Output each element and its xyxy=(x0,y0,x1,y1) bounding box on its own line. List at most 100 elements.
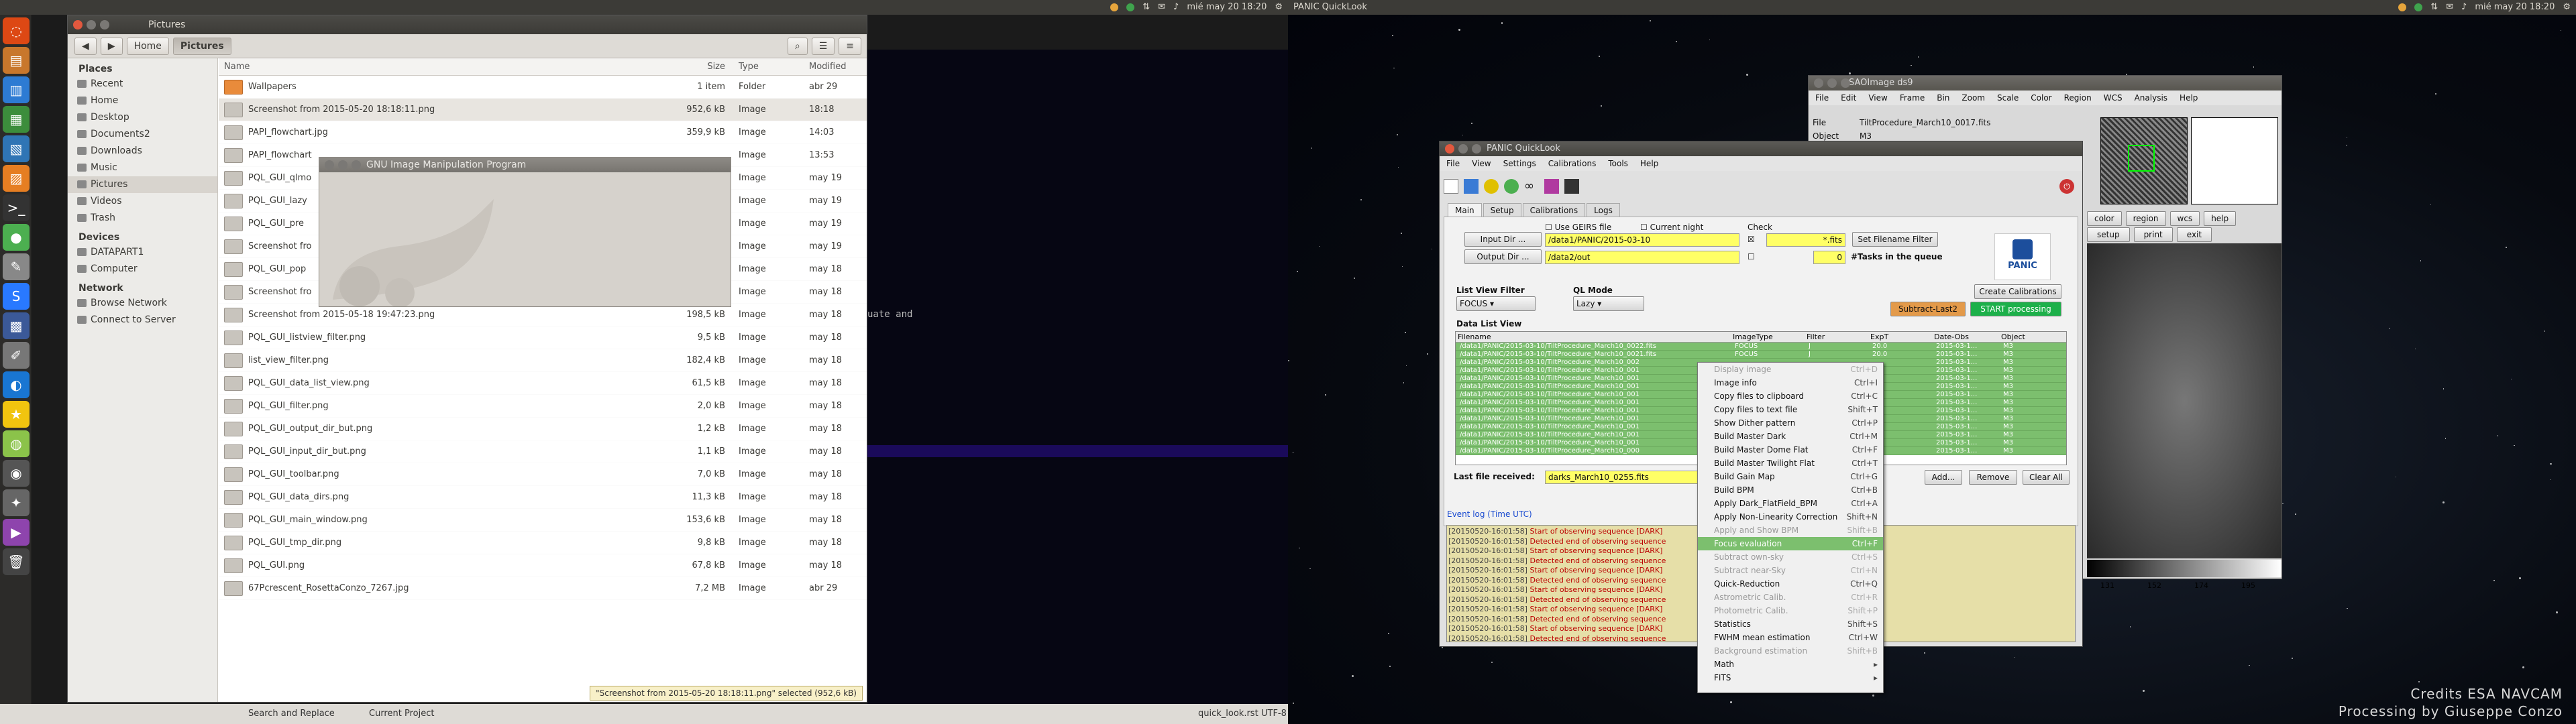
ds9-menu-item[interactable]: Scale xyxy=(1997,93,2019,103)
input-dir-field[interactable]: /data1/PANIC/2015-03-10 xyxy=(1545,233,1739,247)
terminal-icon[interactable]: >_ xyxy=(3,194,30,221)
files-icon[interactable]: ▤ xyxy=(3,47,30,74)
breadcrumb-home[interactable]: Home xyxy=(126,37,169,55)
table-header-cell[interactable]: Filename xyxy=(1456,332,1731,342)
maps-icon[interactable]: ◍ xyxy=(3,430,30,457)
sidebar-item[interactable]: Documents2 xyxy=(68,126,217,143)
ds9-menu-item[interactable]: Zoom xyxy=(1962,93,1985,103)
ds9-menu-item[interactable]: Region xyxy=(2064,93,2092,103)
file-row[interactable]: PQL_GUI_main_window.png 153,6 kB Image may … xyxy=(219,509,867,532)
writer-icon[interactable]: ▧ xyxy=(3,135,30,162)
data-row[interactable]: /data1/PANIC/2015-03-10/TiltProcedure_Ma… xyxy=(1456,351,2066,359)
current-night-checkbox[interactable]: ☐ Current night xyxy=(1640,223,1703,232)
minimize-icon[interactable] xyxy=(338,160,347,170)
ds9-button[interactable]: help xyxy=(2204,211,2237,226)
column-name[interactable]: Name xyxy=(219,62,682,72)
output-dir-button[interactable]: Output Dir ... xyxy=(1464,249,1542,264)
file-row[interactable]: PAPI_flowchart.jpg 359,9 kB Image 14:03 xyxy=(219,121,867,144)
context-menu-item[interactable]: FITS ▸ xyxy=(1698,671,1883,684)
add-button[interactable]: Add... xyxy=(1925,470,1962,485)
ql-mode-select[interactable]: Lazy ▾ xyxy=(1573,296,1644,311)
context-menu-item[interactable]: Copy files to text file Shift+T xyxy=(1698,403,1883,416)
settings-icon[interactable]: ⚙ xyxy=(1275,0,1283,15)
file-row[interactable]: PQL_GUI_tmp_dir.png 9,8 kB Image may 18 xyxy=(219,532,867,554)
panic-menu-item[interactable]: Settings xyxy=(1503,159,1536,168)
subtract-last2-button[interactable]: Subtract-Last2 xyxy=(1890,302,1966,316)
sidebar-item[interactable]: Pictures xyxy=(68,176,217,193)
mail-icon[interactable]: ✉ xyxy=(2446,0,2453,15)
context-menu-item[interactable]: Copy files to clipboard Ctrl+C xyxy=(1698,389,1883,403)
sidebar-item[interactable]: Recent xyxy=(68,76,217,93)
list-view-filter-select[interactable]: FOCUS ▾ xyxy=(1456,296,1536,311)
ds9-menu-item[interactable]: Help xyxy=(2180,93,2198,103)
back-button[interactable]: ◀ xyxy=(74,37,97,55)
gimp-titlebar[interactable]: GNU Image Manipulation Program xyxy=(319,158,731,172)
context-menu-item[interactable]: Statistics Shift+S xyxy=(1698,617,1883,631)
ds9-icon[interactable]: ◐ xyxy=(3,371,30,398)
minimize-icon[interactable] xyxy=(1827,78,1837,88)
settings-icon[interactable]: ⚙ xyxy=(2563,0,2571,15)
new-icon[interactable] xyxy=(1444,179,1458,194)
filter-pattern-field[interactable]: *.fits xyxy=(1766,233,1845,247)
minimize-icon[interactable] xyxy=(87,20,96,29)
panic-menu-item[interactable]: Tools xyxy=(1608,159,1628,168)
minimize-icon[interactable] xyxy=(1458,144,1468,154)
tab-main[interactable]: Main xyxy=(1448,203,1482,217)
chrome-app-icon[interactable]: ● xyxy=(3,224,30,251)
context-menu-item[interactable]: Apply Non-Linearity Correction Shift+N xyxy=(1698,510,1883,524)
table-header-cell[interactable]: Date-Obs xyxy=(1932,332,1999,342)
ds9-menu-item[interactable]: Color xyxy=(2031,93,2051,103)
file-row[interactable]: PQL_GUI_filter.png 2,0 kB Image may 18 xyxy=(219,395,867,418)
sidebar-item[interactable]: Desktop xyxy=(68,109,217,126)
file-manager-titlebar[interactable]: Pictures xyxy=(68,15,867,34)
ds9-button[interactable]: setup xyxy=(2087,227,2130,242)
ds9-button[interactable]: print xyxy=(2133,227,2173,242)
editor-icon[interactable]: ✐ xyxy=(3,342,30,369)
remove-button[interactable]: Remove xyxy=(1969,470,2017,485)
volume-icon[interactable]: ♪ xyxy=(1173,0,1179,15)
table-header-cell[interactable]: Filter xyxy=(1805,332,1868,342)
data-row[interactable]: /data1/PANIC/2015-03-10/TiltProcedure_Ma… xyxy=(1456,343,2066,351)
ds9-menu-item[interactable]: Edit xyxy=(1841,93,1856,103)
tab-logs[interactable]: Logs xyxy=(1587,203,1620,217)
gimp-icon[interactable]: ✎ xyxy=(3,253,30,280)
column-modified[interactable]: Modified xyxy=(802,62,863,72)
table-header-cell[interactable]: ImageType xyxy=(1731,332,1805,342)
ds9-button[interactable]: exit xyxy=(2176,227,2212,242)
sidebar-item[interactable]: Home xyxy=(68,93,217,109)
file-row[interactable]: 67Pcrescent_RosettaConzo_7267.jpg 7,2 MB I… xyxy=(219,577,867,600)
tool-icon[interactable]: ✦ xyxy=(3,489,30,516)
context-menu-item[interactable]: Build Master Dark Ctrl+M xyxy=(1698,430,1883,443)
file-row[interactable]: PQL_GUI_data_dirs.png 11,3 kB Image may 18 xyxy=(219,486,867,509)
file-row[interactable]: PQL_GUI_listview_filter.png 9,5 kB Image ma… xyxy=(219,326,867,349)
maximize-icon[interactable] xyxy=(352,160,361,170)
globe-icon[interactable] xyxy=(1504,179,1519,194)
clock-right[interactable]: mié may 20 18:20 xyxy=(2475,0,2555,15)
ds9-menu-item[interactable]: Bin xyxy=(1937,93,1949,103)
file-row[interactable]: Wallpapers 1 item Folder abr 29 xyxy=(219,76,867,99)
menu-icon[interactable]: ≡ xyxy=(839,37,861,55)
close-icon[interactable] xyxy=(73,20,83,29)
panic-menu-item[interactable]: View xyxy=(1472,159,1491,168)
file-row[interactable]: PQL_GUI.png 67,8 kB Image may 18 xyxy=(219,554,867,577)
context-menu-item[interactable]: Quick-Reduction Ctrl+Q xyxy=(1698,577,1883,591)
skype-icon[interactable]: S xyxy=(3,283,30,310)
dash-icon[interactable]: ◌ xyxy=(3,17,30,44)
close-icon[interactable] xyxy=(1445,144,1454,154)
software-center-icon[interactable]: ★ xyxy=(3,401,30,428)
table-header-cell[interactable]: ExpT xyxy=(1868,332,1932,342)
tab-setup[interactable]: Setup xyxy=(1483,203,1521,217)
sidebar-item[interactable]: Computer xyxy=(68,261,217,278)
file-row[interactable]: PQL_GUI_toolbar.png 7,0 kB Image may 18 xyxy=(219,463,867,486)
text-editor-area[interactable]: uate and xyxy=(867,50,1288,704)
tab-calibrations[interactable]: Calibrations xyxy=(1522,203,1586,217)
ds9-panner-box[interactable] xyxy=(2128,145,2155,172)
search-icon[interactable]: ⌕ xyxy=(787,37,808,55)
check-enabled-icon[interactable]: ☒ xyxy=(1748,235,1755,244)
network-icon[interactable]: ⇅ xyxy=(1142,0,1150,15)
gear-icon[interactable] xyxy=(1544,179,1559,194)
terminal-icon[interactable] xyxy=(1564,179,1579,194)
search-replace-button[interactable]: Search and Replace xyxy=(248,704,335,724)
sun-icon[interactable] xyxy=(1484,179,1499,194)
output-dir-field[interactable]: /data2/out xyxy=(1545,251,1739,264)
